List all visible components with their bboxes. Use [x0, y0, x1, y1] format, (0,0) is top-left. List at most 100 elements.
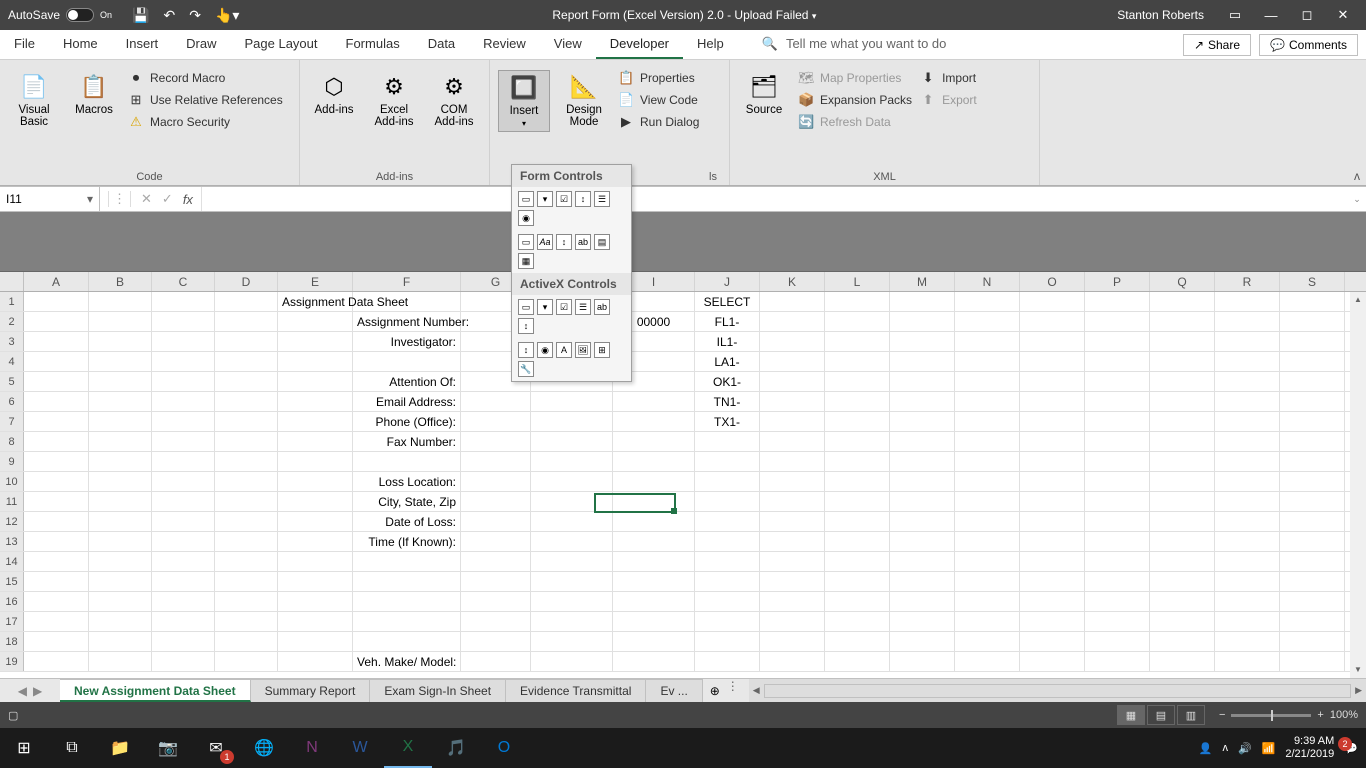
cell-C2[interactable]: [152, 312, 215, 331]
cell-R16[interactable]: [1215, 592, 1280, 611]
cell-Q14[interactable]: [1150, 552, 1215, 571]
cell-G12[interactable]: [461, 512, 531, 531]
cell-F4[interactable]: [353, 352, 461, 371]
cell-C19[interactable]: [152, 652, 215, 671]
cell-D12[interactable]: [215, 512, 278, 531]
cell-O7[interactable]: [1020, 412, 1085, 431]
cell-Q11[interactable]: [1150, 492, 1215, 511]
cell-H17[interactable]: [531, 612, 613, 631]
itunes-icon[interactable]: 🎵: [432, 728, 480, 768]
normal-view-button[interactable]: ▦: [1117, 705, 1145, 725]
cell-J15[interactable]: [695, 572, 760, 591]
macro-security-button[interactable]: ⚠Macro Security: [128, 114, 283, 130]
cell-E18[interactable]: [278, 632, 353, 651]
cell-L10[interactable]: [825, 472, 890, 491]
col-L[interactable]: L: [825, 272, 890, 291]
cell-R14[interactable]: [1215, 552, 1280, 571]
cell-R19[interactable]: [1215, 652, 1280, 671]
row-header-9[interactable]: 9: [0, 452, 24, 471]
page-break-view-button[interactable]: ▥: [1177, 705, 1205, 725]
cell-B19[interactable]: [89, 652, 152, 671]
cell-M14[interactable]: [890, 552, 955, 571]
cell-P15[interactable]: [1085, 572, 1150, 591]
cell-A19[interactable]: [24, 652, 89, 671]
cell-F16[interactable]: [353, 592, 461, 611]
cell-L4[interactable]: [825, 352, 890, 371]
cell-P18[interactable]: [1085, 632, 1150, 651]
cell-Q1[interactable]: [1150, 292, 1215, 311]
scrollbar-control-icon[interactable]: ↕: [556, 234, 572, 250]
cell-P12[interactable]: [1085, 512, 1150, 531]
cell-H16[interactable]: [531, 592, 613, 611]
ax-more-icon[interactable]: 🔧: [518, 361, 534, 377]
cell-K19[interactable]: [760, 652, 825, 671]
col-C[interactable]: C: [152, 272, 215, 291]
ax-combo-icon[interactable]: ▾: [537, 299, 553, 315]
cell-P11[interactable]: [1085, 492, 1150, 511]
cell-D5[interactable]: [215, 372, 278, 391]
tab-formulas[interactable]: Formulas: [332, 30, 414, 59]
cell-G17[interactable]: [461, 612, 531, 631]
cell-E5[interactable]: [278, 372, 353, 391]
cell-F1[interactable]: [353, 292, 461, 311]
cell-C5[interactable]: [152, 372, 215, 391]
cell-N3[interactable]: [955, 332, 1020, 351]
cell-B9[interactable]: [89, 452, 152, 471]
use-relative-references-button[interactable]: ⊞Use Relative References: [128, 92, 283, 108]
cell-O3[interactable]: [1020, 332, 1085, 351]
cell-O14[interactable]: [1020, 552, 1085, 571]
cell-F17[interactable]: [353, 612, 461, 631]
zoom-control[interactable]: − + 100%: [1219, 709, 1358, 721]
zoom-slider[interactable]: [1231, 714, 1311, 717]
row-header-4[interactable]: 4: [0, 352, 24, 371]
word-icon[interactable]: W: [336, 728, 384, 768]
cell-D10[interactable]: [215, 472, 278, 491]
label-control-icon[interactable]: Aa: [537, 234, 553, 250]
name-box[interactable]: I11▾: [0, 187, 100, 211]
cell-M16[interactable]: [890, 592, 955, 611]
cell-H7[interactable]: [531, 412, 613, 431]
cell-H6[interactable]: [531, 392, 613, 411]
cell-L17[interactable]: [825, 612, 890, 631]
cell-N19[interactable]: [955, 652, 1020, 671]
view-code-button[interactable]: 📄View Code: [618, 92, 699, 108]
cell-D8[interactable]: [215, 432, 278, 451]
cancel-icon[interactable]: ✕: [141, 191, 152, 207]
cell-N11[interactable]: [955, 492, 1020, 511]
cell-B5[interactable]: [89, 372, 152, 391]
cell-F13[interactable]: Time (If Known):: [353, 532, 461, 551]
sheet-tab-4[interactable]: Ev ...: [646, 679, 702, 702]
cell-B16[interactable]: [89, 592, 152, 611]
cell-J13[interactable]: [695, 532, 760, 551]
cell-J19[interactable]: [695, 652, 760, 671]
cell-J14[interactable]: [695, 552, 760, 571]
cell-Q12[interactable]: [1150, 512, 1215, 531]
cell-P17[interactable]: [1085, 612, 1150, 631]
close-icon[interactable]: ✕: [1334, 7, 1352, 23]
cell-F6[interactable]: Email Address:: [353, 392, 461, 411]
cell-G13[interactable]: [461, 532, 531, 551]
cell-A5[interactable]: [24, 372, 89, 391]
next-sheet-icon[interactable]: ▶: [33, 684, 42, 698]
cell-C15[interactable]: [152, 572, 215, 591]
cell-Q9[interactable]: [1150, 452, 1215, 471]
cell-L5[interactable]: [825, 372, 890, 391]
cell-E11[interactable]: [278, 492, 353, 511]
row-header-15[interactable]: 15: [0, 572, 24, 591]
cell-A6[interactable]: [24, 392, 89, 411]
cell-P10[interactable]: [1085, 472, 1150, 491]
cell-F11[interactable]: City, State, Zip: [353, 492, 461, 511]
cell-A16[interactable]: [24, 592, 89, 611]
cell-S7[interactable]: [1280, 412, 1345, 431]
cell-J8[interactable]: [695, 432, 760, 451]
cell-L19[interactable]: [825, 652, 890, 671]
col-M[interactable]: M: [890, 272, 955, 291]
cell-P9[interactable]: [1085, 452, 1150, 471]
cell-F8[interactable]: Fax Number:: [353, 432, 461, 451]
cell-F3[interactable]: Investigator:: [353, 332, 461, 351]
cell-M2[interactable]: [890, 312, 955, 331]
cell-R9[interactable]: [1215, 452, 1280, 471]
cell-K15[interactable]: [760, 572, 825, 591]
col-P[interactable]: P: [1085, 272, 1150, 291]
zoom-out-icon[interactable]: −: [1219, 709, 1225, 721]
